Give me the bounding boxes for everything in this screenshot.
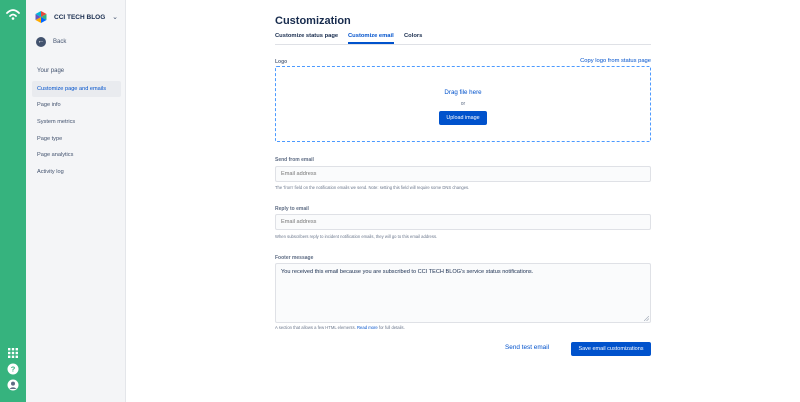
sidebar: CCI TECH BLOG ⌄ ← Back Your page Customi… (26, 0, 126, 402)
back-label: Back (53, 39, 67, 45)
app-window: ? CCI TECH BLOG ⌄ ← Back Your page Custo… (0, 0, 800, 402)
or-text: or (460, 101, 466, 107)
tab-colors[interactable]: Colors (404, 33, 422, 42)
sidebar-item-customize[interactable]: Customize page and emails (32, 81, 121, 97)
reply-to-help: When subscribers reply to incident notif… (275, 234, 438, 239)
tab-bar: Customize status page Customize email Co… (275, 33, 651, 45)
send-test-email-button[interactable]: Send test email (505, 344, 549, 351)
arrow-left-icon: ← (36, 37, 46, 47)
send-from-help: The 'from' field on the notification ema… (275, 185, 470, 190)
drag-file-text: Drag file here (444, 89, 482, 96)
footer-help-suffix: for full details. (378, 325, 405, 330)
help-icon[interactable]: ? (6, 362, 20, 376)
upload-image-button[interactable]: Upload image (439, 111, 487, 125)
save-email-customizations-button[interactable]: Save email customizations (571, 342, 651, 356)
logo-label: Logo (275, 59, 288, 65)
tab-customize-email[interactable]: Customize email (348, 33, 394, 44)
sidebar-item-activity-log[interactable]: Activity log (32, 164, 121, 180)
brand-name: CCI TECH BLOG (54, 13, 106, 21)
reply-to-email-field[interactable] (275, 214, 651, 230)
send-from-label: Send from email (275, 157, 314, 163)
footer-message-label: Footer message (275, 255, 314, 261)
global-rail: ? (0, 0, 26, 402)
footer-message-value: You received this email because you are … (281, 269, 534, 275)
sidebar-item-system-metrics[interactable]: System metrics (32, 114, 121, 130)
brand-switcher[interactable]: CCI TECH BLOG ⌄ (34, 9, 122, 25)
sidebar-item-page-type[interactable]: Page type (32, 131, 121, 147)
nav-section-heading: Your page (37, 68, 65, 74)
logo-dropzone[interactable]: Drag file here or Upload image (275, 66, 651, 142)
footer-help: A section that allows a few HTML element… (275, 325, 405, 330)
back-link[interactable]: ← Back (36, 37, 66, 47)
tab-customize-status-page[interactable]: Customize status page (275, 33, 338, 42)
footer-message-field[interactable]: You received this email because you are … (275, 263, 651, 323)
svg-text:?: ? (11, 365, 16, 374)
sidebar-item-page-info[interactable]: Page info (32, 97, 121, 113)
footer-help-prefix: A section that allows a few HTML element… (275, 325, 356, 330)
send-from-email-field[interactable] (275, 166, 651, 182)
chevron-down-icon: ⌄ (112, 14, 118, 21)
statuspage-logo-icon[interactable] (6, 8, 20, 20)
resize-handle-icon[interactable] (644, 316, 649, 321)
read-more-link[interactable]: Read more (357, 325, 378, 330)
profile-icon[interactable] (6, 378, 20, 392)
copy-logo-link[interactable]: Copy logo from status page (560, 58, 651, 64)
sidebar-item-page-analytics[interactable]: Page analytics (32, 147, 121, 163)
page-title: Customization (275, 15, 351, 27)
app-switcher-icon[interactable] (6, 346, 20, 360)
reply-to-label: Reply to email (275, 206, 309, 212)
brand-logo-icon (35, 11, 47, 23)
